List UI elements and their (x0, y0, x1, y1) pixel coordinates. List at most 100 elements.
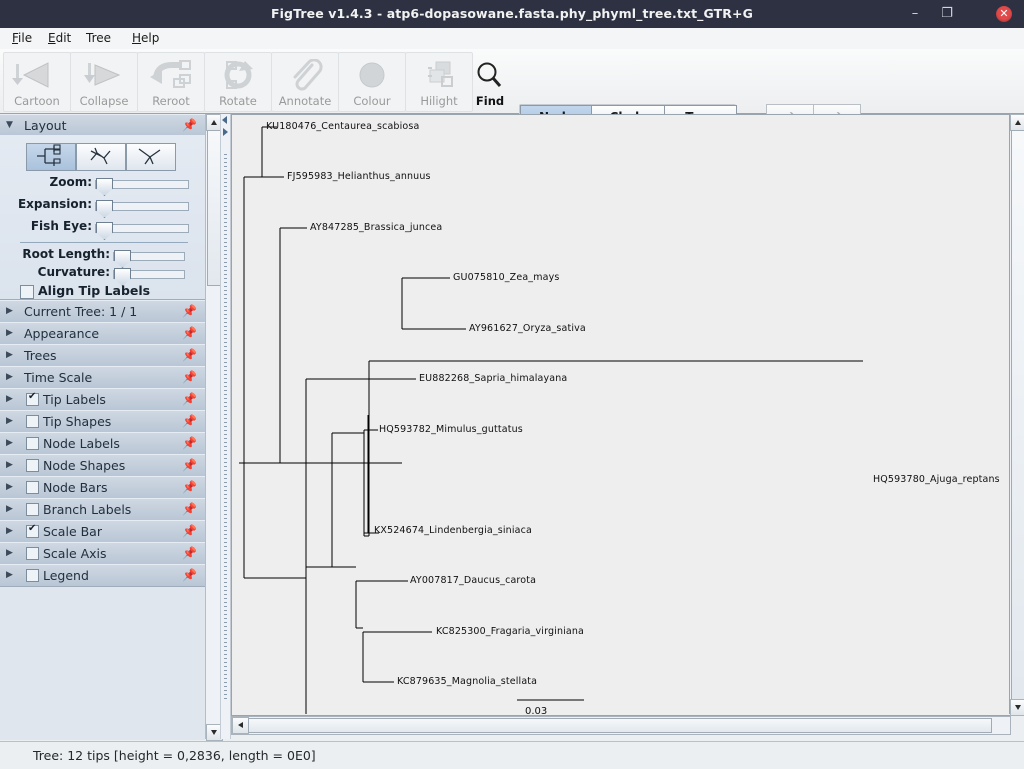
section-node-bars-label: Node Bars (43, 480, 107, 495)
sidebar-scrollbar[interactable] (205, 114, 221, 739)
tip-label-zea-mays[interactable]: GU075810_Zea_mays (453, 272, 559, 283)
pin-icon[interactable]: 📌 (182, 348, 197, 362)
tip-labels-checkbox[interactable] (26, 393, 39, 406)
scale-axis-checkbox[interactable] (26, 547, 39, 560)
canvas-vertical-scrollbar[interactable] (1009, 114, 1024, 714)
menu-file[interactable]: File (8, 31, 36, 46)
zoom-slider-label-row: Zoom: (0, 175, 92, 191)
menu-tree[interactable]: Tree (82, 31, 115, 46)
expansion-slider-knob[interactable] (96, 200, 113, 218)
splitter-collapse-left-icon[interactable] (222, 116, 227, 124)
pin-icon[interactable]: 📌 (182, 118, 197, 132)
polar-layout-button[interactable] (76, 143, 126, 171)
tip-label-brassica-juncea[interactable]: AY847285_Brassica_juncea (310, 222, 442, 233)
tip-label-ajuga-reptans[interactable]: HQ593780_Ajuga_reptans (873, 474, 1000, 485)
splitter-collapse-right-icon[interactable] (223, 128, 228, 136)
tip-label-daucus-carota[interactable]: AY007817_Daucus_carota (410, 575, 536, 586)
tip-label-fragaria-virginiana[interactable]: KC825300_Fragaria_virginiana (436, 626, 584, 637)
find-button[interactable]: Find (463, 52, 517, 112)
reroot-label: Reroot (138, 94, 204, 108)
canvas-scroll-up-button[interactable] (1010, 114, 1024, 131)
node-shapes-checkbox[interactable] (26, 459, 39, 472)
rootlength-slider-knob[interactable] (114, 250, 131, 268)
node-labels-checkbox[interactable] (26, 437, 39, 450)
tip-label-lindenbergia-siniaca[interactable]: KX524674_Lindenbergia_siniaca (374, 525, 532, 536)
section-trees[interactable]: ▶ Trees 📌 (0, 344, 205, 367)
pin-icon[interactable]: 📌 (182, 568, 197, 582)
maximize-button[interactable]: ❐ (932, 0, 962, 28)
canvas-scroll-thumb[interactable] (1011, 130, 1024, 700)
section-node-shapes[interactable]: ▶ Node Shapes 📌 (0, 454, 205, 477)
collapse-button[interactable]: Collapse (70, 52, 138, 112)
tip-label-mimulus-guttatus[interactable]: HQ593782_Mimulus_guttatus (379, 424, 523, 435)
pin-icon[interactable]: 📌 (182, 326, 197, 340)
pin-icon[interactable]: 📌 (182, 304, 197, 318)
chevron-right-icon: ▶ (6, 350, 13, 360)
tip-label-oryza-sativa[interactable]: AY961627_Oryza_sativa (469, 323, 586, 334)
curvature-slider[interactable] (113, 270, 185, 279)
pin-icon[interactable]: 📌 (182, 436, 197, 450)
pin-icon[interactable]: 📌 (182, 546, 197, 560)
chevron-right-icon: ▶ (6, 482, 13, 492)
rootlength-slider[interactable] (113, 252, 185, 261)
tip-shapes-checkbox[interactable] (26, 415, 39, 428)
legend-checkbox[interactable] (26, 569, 39, 582)
section-node-bars[interactable]: ▶ Node Bars 📌 (0, 476, 205, 499)
colour-button[interactable]: Colour (338, 52, 406, 112)
fisheye-slider[interactable] (95, 224, 189, 233)
align-tip-labels-label: Align Tip Labels (38, 283, 150, 298)
menu-edit[interactable]: Edit (44, 31, 75, 46)
canvas-horizontal-scrollbar[interactable] (231, 716, 1011, 735)
pin-icon[interactable]: 📌 (182, 458, 197, 472)
canvas-scroll-left-button[interactable] (232, 717, 249, 734)
branch-labels-checkbox[interactable] (26, 503, 39, 516)
pin-icon[interactable]: 📌 (182, 524, 197, 538)
rectangular-layout-button[interactable] (26, 143, 76, 171)
canvas-hscroll-thumb[interactable] (248, 718, 992, 733)
pin-icon[interactable]: 📌 (182, 480, 197, 494)
pin-icon[interactable]: 📌 (182, 392, 197, 406)
fisheye-slider-knob[interactable] (96, 222, 113, 240)
section-header-layout[interactable]: ▼ Layout 📌 (0, 114, 205, 137)
menu-help[interactable]: Help (128, 31, 163, 46)
close-button[interactable]: ✕ (996, 6, 1012, 22)
cartoon-button[interactable]: Cartoon (3, 52, 71, 112)
section-appearance[interactable]: ▶ Appearance 📌 (0, 322, 205, 345)
expansion-label: Expansion: (18, 197, 92, 211)
section-current-tree-label: Current Tree: 1 / 1 (24, 304, 137, 319)
minimize-button[interactable]: – (900, 0, 930, 28)
reroot-button[interactable]: Reroot (137, 52, 205, 112)
tip-label-sapria-himalayana[interactable]: EU882268_Sapria_himalayana (419, 373, 567, 384)
pin-icon[interactable]: 📌 (182, 370, 197, 384)
zoom-slider-knob[interactable] (96, 178, 113, 196)
section-scale-axis[interactable]: ▶ Scale Axis 📌 (0, 542, 205, 565)
section-node-labels[interactable]: ▶ Node Labels 📌 (0, 432, 205, 455)
tip-label-centaurea-scabiosa[interactable]: KU180476_Centaurea_scabiosa (266, 121, 419, 132)
search-icon (464, 59, 516, 91)
rootlength-slider-label-row: Root Length: (0, 247, 110, 263)
section-time-scale[interactable]: ▶ Time Scale 📌 (0, 366, 205, 389)
annotate-button[interactable]: Annotate (271, 52, 339, 112)
node-bars-checkbox[interactable] (26, 481, 39, 494)
section-scale-bar[interactable]: ▶ Scale Bar 📌 (0, 520, 205, 543)
tip-label-helianthus-annuus[interactable]: FJ595983_Helianthus_annuus (287, 171, 431, 182)
section-tip-labels[interactable]: ▶ Tip Labels 📌 (0, 388, 205, 411)
canvas-scroll-down-button[interactable] (1010, 699, 1024, 716)
scale-bar-checkbox[interactable] (26, 525, 39, 538)
pin-icon[interactable]: 📌 (182, 502, 197, 516)
pin-icon[interactable]: 📌 (182, 414, 197, 428)
expansion-slider[interactable] (95, 202, 189, 211)
section-current-tree[interactable]: ▶ Current Tree: 1 / 1 📌 (0, 300, 205, 323)
radial-layout-button[interactable] (126, 143, 176, 171)
tree-canvas[interactable]: 0.03 KU180476_Centaurea_scabiosa FJ59598… (231, 114, 1011, 716)
chevron-right-icon: ▶ (6, 306, 13, 316)
rotate-button[interactable]: Rotate (204, 52, 272, 112)
section-legend[interactable]: ▶ Legend 📌 (0, 564, 205, 587)
section-tip-shapes[interactable]: ▶ Tip Shapes 📌 (0, 410, 205, 433)
panel-splitter[interactable] (220, 114, 231, 739)
section-branch-labels[interactable]: ▶ Branch Labels 📌 (0, 498, 205, 521)
section-title-layout: Layout (24, 118, 67, 133)
tip-label-magnolia-stellata[interactable]: KC879635_Magnolia_stellata (397, 676, 537, 687)
align-tip-labels-checkbox[interactable] (20, 285, 34, 299)
zoom-slider[interactable] (95, 180, 189, 189)
